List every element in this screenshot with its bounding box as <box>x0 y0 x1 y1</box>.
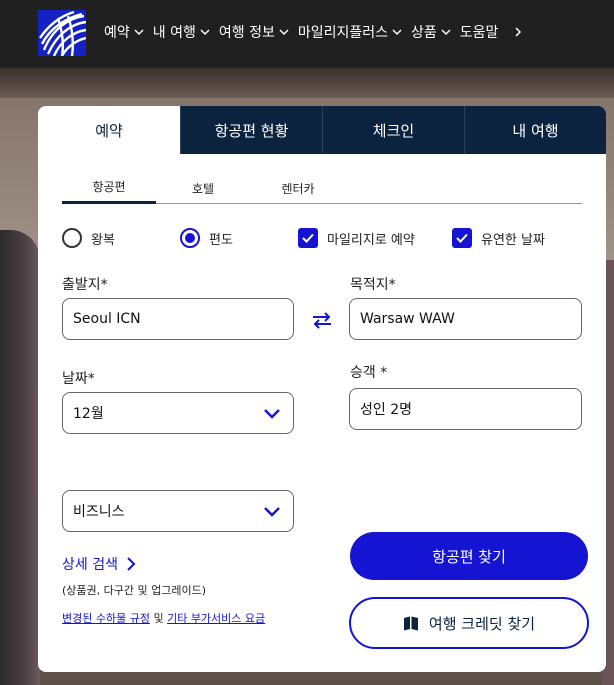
chevron-down-icon <box>278 26 290 38</box>
tab-label: 내 여행 <box>512 121 559 140</box>
nav-item-label: 내 여행 <box>152 25 196 41</box>
chevron-down-icon <box>440 26 452 38</box>
round-trip-radio[interactable]: 왕복 <box>62 228 115 248</box>
chevron-down-icon <box>263 504 281 522</box>
chevron-right-icon <box>126 556 136 572</box>
advanced-search-label: 상세 검색 <box>62 557 118 573</box>
one-way-label: 편도 <box>209 232 233 248</box>
subtab-label: 렌터카 <box>281 181 315 196</box>
checkbox-checked-icon <box>298 228 318 248</box>
book-with-miles-checkbox[interactable]: 마일리지로 예약 <box>298 228 415 248</box>
tab-flight-status[interactable]: 항공편 현황 <box>180 106 322 154</box>
advanced-search-hint: (상품권, 다구간 및 업그레이드) <box>62 584 207 597</box>
one-way-radio[interactable]: 편도 <box>180 228 233 248</box>
subtab-flights[interactable]: 항공편 <box>62 172 156 204</box>
flexible-dates-label: 유연한 날짜 <box>481 232 545 248</box>
background-seat-left <box>0 230 40 685</box>
chevron-down-icon <box>199 26 211 38</box>
destination-field[interactable] <box>349 298 582 340</box>
subtab-label: 항공편 <box>92 180 126 194</box>
main-menu: 예약 내 여행 여행 정보 마일리지플러스 상품 도움말 <box>104 22 532 42</box>
find-travel-credits-label: 여행 크레딧 찾기 <box>428 614 536 633</box>
tab-my-trips[interactable]: 내 여행 <box>464 106 606 154</box>
destination-label: 목적지* <box>350 277 396 293</box>
nav-item-label: 상품 <box>411 25 437 41</box>
tab-label: 예약 <box>95 121 123 140</box>
chevron-down-icon <box>263 406 281 424</box>
date-select[interactable]: 12월 <box>62 392 294 434</box>
passengers-field[interactable]: 성인 2명 <box>349 388 582 430</box>
tab-label: 체크인 <box>372 121 415 140</box>
nav-item-label: 예약 <box>104 25 130 41</box>
nav-item-label: 여행 정보 <box>218 25 275 41</box>
cabin-class-select[interactable]: 비즈니스 <box>62 490 294 532</box>
booking-tabs: 예약 항공편 현황 체크인 내 여행 <box>38 106 606 154</box>
passengers-label: 승객 * <box>350 365 388 381</box>
booking-subtabs: 항공편 호텔 렌터카 <box>62 172 582 204</box>
nav-item-products[interactable]: 상품 <box>411 22 452 42</box>
tab-check-in[interactable]: 체크인 <box>322 106 464 154</box>
baggage-policy-link[interactable]: 변경된 수하물 규정 <box>62 612 150 625</box>
advanced-search-link[interactable]: 상세 검색 <box>62 554 136 574</box>
subtab-rental-cars[interactable]: 렌터카 <box>250 172 346 204</box>
nav-item-booking[interactable]: 예약 <box>104 22 145 42</box>
chevron-down-icon <box>133 26 145 38</box>
date-label: 날짜* <box>62 371 95 387</box>
nav-item-label: 마일리지플러스 <box>297 25 389 41</box>
radio-selected-icon <box>180 228 200 248</box>
top-navigation: 예약 내 여행 여행 정보 마일리지플러스 상품 도움말 <box>0 0 614 68</box>
swap-airports-icon[interactable] <box>310 308 334 332</box>
tab-booking[interactable]: 예약 <box>38 106 180 154</box>
nav-item-mileageplus[interactable]: 마일리지플러스 <box>298 22 403 42</box>
book-with-miles-label: 마일리지로 예약 <box>327 232 415 248</box>
chevron-right-icon <box>512 26 524 38</box>
radio-unselected-icon <box>62 228 82 248</box>
find-travel-credits-button[interactable]: 여행 크레딧 찾기 <box>349 597 589 649</box>
header-shadow <box>0 68 614 98</box>
nav-item-help[interactable]: 도움말 <box>460 22 525 42</box>
tab-label: 항공편 현황 <box>214 121 289 140</box>
booking-card: 예약 항공편 현황 체크인 내 여행 항공편 호텔 렌터카 왕복 편도 마일리지… <box>38 106 606 672</box>
cabin-class-value: 비즈니스 <box>73 504 125 520</box>
ancillary-fees-link[interactable]: 기타 부가서비스 요금 <box>167 612 265 625</box>
date-value: 12월 <box>73 406 104 422</box>
flexible-dates-checkbox[interactable]: 유연한 날짜 <box>452 228 545 248</box>
passengers-value: 성인 2명 <box>360 402 412 418</box>
nav-item-label: 도움말 <box>459 25 499 41</box>
nav-item-travel-info[interactable]: 여행 정보 <box>219 22 290 42</box>
globe-logo-icon[interactable] <box>38 10 86 56</box>
policy-conjunction: 및 <box>149 612 168 625</box>
find-flights-label: 항공편 찾기 <box>432 547 506 566</box>
find-flights-button[interactable]: 항공편 찾기 <box>350 532 588 580</box>
origin-label: 출발지* <box>62 277 108 293</box>
fee-policy-text: 변경된 수하물 규정 및 기타 부가서비스 요금 <box>62 610 265 626</box>
round-trip-label: 왕복 <box>91 232 115 248</box>
origin-field[interactable] <box>62 298 294 340</box>
subtab-hotels[interactable]: 호텔 <box>156 172 250 204</box>
book-icon <box>403 615 419 631</box>
subtab-label: 호텔 <box>191 181 215 196</box>
nav-item-my-trips[interactable]: 내 여행 <box>153 22 211 42</box>
checkbox-checked-icon <box>452 228 472 248</box>
chevron-down-icon <box>391 26 403 38</box>
destination-input[interactable] <box>360 311 571 327</box>
origin-input[interactable] <box>73 311 283 327</box>
